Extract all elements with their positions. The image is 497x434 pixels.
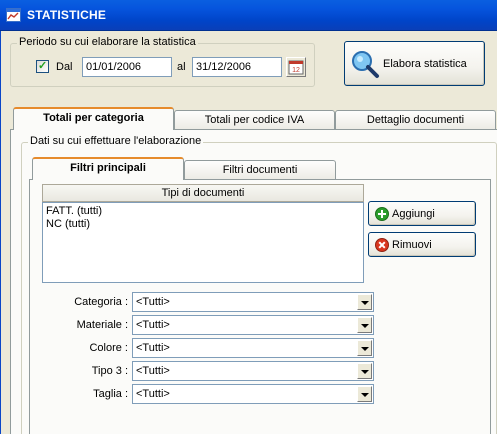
categoria-label: Categoria :	[74, 296, 128, 308]
chevron-down-icon[interactable]	[357, 340, 372, 356]
tab-filtri-principali[interactable]: Filtri principali	[32, 157, 184, 180]
list-item[interactable]: FATT. (tutti)	[43, 205, 363, 218]
plus-circle-icon	[375, 207, 389, 221]
categoria-value: <Tutti>	[136, 296, 170, 308]
dal-label: Dal	[56, 61, 73, 73]
chevron-down-icon[interactable]	[357, 294, 372, 310]
materiale-value: <Tutti>	[136, 319, 170, 331]
x-circle-icon	[375, 238, 389, 252]
materiale-select[interactable]: <Tutti>	[132, 315, 374, 335]
chart-window-icon	[6, 8, 21, 22]
svg-text:12: 12	[292, 67, 300, 74]
main-tab-panel: Dati su cui effettuare l'elaborazione Fi…	[10, 129, 497, 434]
elabora-statistica-button[interactable]: Elabora statistica	[344, 41, 485, 86]
rimuovi-label: Rimuovi	[392, 239, 432, 251]
calendar-icon: 12	[288, 60, 304, 75]
tipo3-select[interactable]: <Tutti>	[132, 361, 374, 381]
taglia-select[interactable]: <Tutti>	[132, 384, 374, 404]
statistiche-window: Periodo su cui elaborare la statistica ✓…	[0, 31, 497, 434]
al-date-field[interactable]: 31/12/2006	[192, 57, 282, 77]
checkmark-icon: ✓	[38, 60, 48, 72]
taglia-label: Taglia :	[93, 388, 128, 400]
calendar-button[interactable]: 12	[286, 57, 306, 77]
chevron-down-icon[interactable]	[357, 386, 372, 402]
tipi-documenti-list[interactable]: FATT. (tutti) NC (tutti)	[42, 202, 364, 283]
al-label: al	[177, 61, 186, 73]
tipo3-label: Tipo 3 :	[91, 365, 128, 377]
colore-select[interactable]: <Tutti>	[132, 338, 374, 358]
title-bar: STATISTICHE	[0, 0, 497, 31]
elabora-label: Elabora statistica	[383, 58, 467, 70]
categoria-select[interactable]: <Tutti>	[132, 292, 374, 312]
rimuovi-button[interactable]: Rimuovi	[368, 232, 476, 257]
list-item[interactable]: NC (tutti)	[43, 218, 363, 231]
tab-filtri-documenti[interactable]: Filtri documenti	[184, 160, 336, 180]
tipo3-value: <Tutti>	[136, 365, 170, 377]
chevron-down-icon[interactable]	[357, 317, 372, 333]
magnifier-globe-icon	[352, 51, 379, 78]
dati-group: Dati su cui effettuare l'elaborazione Fi…	[21, 135, 497, 434]
colore-value: <Tutti>	[136, 342, 170, 354]
aggiungi-label: Aggiungi	[392, 208, 435, 220]
dal-checkbox[interactable]: ✓	[36, 60, 49, 73]
periodo-legend: Periodo su cui elaborare la statistica	[17, 36, 198, 48]
tipi-documenti-header: Tipi di documenti	[42, 184, 364, 202]
filtri-tab-panel: Tipi di documenti FATT. (tutti) NC (tutt…	[29, 179, 491, 434]
dal-date-field[interactable]: 01/01/2006	[82, 57, 172, 77]
chevron-down-icon[interactable]	[357, 363, 372, 379]
tab-dettaglio-documenti[interactable]: Dettaglio documenti	[335, 110, 496, 130]
aggiungi-button[interactable]: Aggiungi	[368, 201, 476, 226]
taglia-value: <Tutti>	[136, 388, 170, 400]
materiale-label: Materiale :	[76, 319, 128, 331]
colore-label: Colore :	[89, 342, 128, 354]
window-title: STATISTICHE	[27, 8, 107, 22]
tab-totali-per-categoria[interactable]: Totali per categoria	[13, 107, 174, 130]
dati-legend: Dati su cui effettuare l'elaborazione	[28, 135, 204, 147]
periodo-group: Periodo su cui elaborare la statistica ✓…	[10, 36, 315, 87]
tab-totali-per-codice-iva[interactable]: Totali per codice IVA	[174, 110, 335, 130]
